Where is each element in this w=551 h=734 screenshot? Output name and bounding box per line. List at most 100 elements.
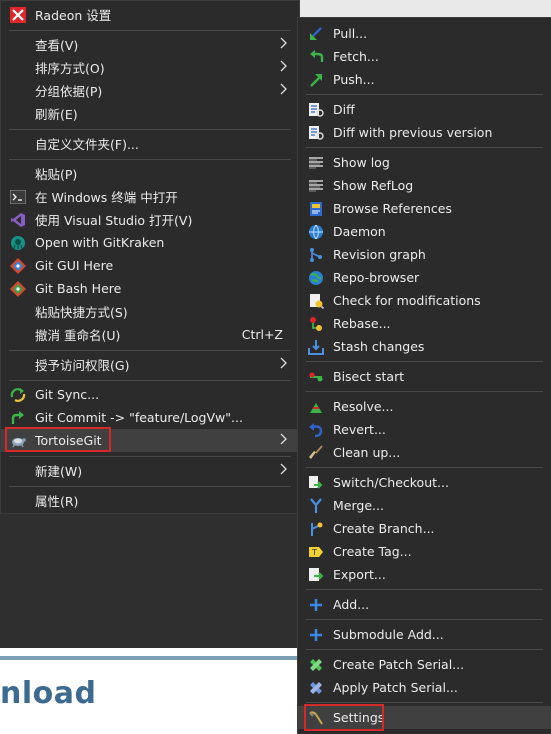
- separator: [306, 702, 543, 703]
- submenu-item-diff[interactable]: Diff: [298, 98, 551, 121]
- separator: [9, 486, 291, 487]
- submenu-item-create-tag[interactable]: T Create Tag...: [298, 540, 551, 563]
- menu-item-grant-access[interactable]: 授予访问权限(G): [1, 353, 299, 376]
- separator: [9, 350, 291, 351]
- menu-item-git-bash[interactable]: Git Bash Here: [1, 277, 299, 300]
- submenu-item-browse-references[interactable]: Browse References: [298, 197, 551, 220]
- submenu-item-merge[interactable]: Merge...: [298, 494, 551, 517]
- submenu-item-submodule-add[interactable]: Submodule Add...: [298, 623, 551, 646]
- tortoisegit-submenu: Pull... Fetch... Push... Diff Diff with …: [297, 17, 551, 734]
- terminal-icon: [10, 189, 26, 205]
- menu-item-label: Stash changes: [333, 339, 425, 354]
- submenu-item-push[interactable]: Push...: [298, 68, 551, 91]
- submenu-item-resolve[interactable]: Resolve...: [298, 395, 551, 418]
- menu-item-label: Create Patch Serial...: [333, 657, 465, 672]
- menu-item-radeon-settings[interactable]: Radeon 设置: [1, 3, 299, 26]
- menu-item-tortoisegit[interactable]: TortoiseGit: [1, 429, 299, 452]
- chevron-right-icon: [280, 463, 290, 477]
- menu-item-open-visual-studio[interactable]: 使用 Visual Studio 打开(V): [1, 208, 299, 231]
- menu-item-view[interactable]: 查看(V): [1, 33, 299, 56]
- separator: [306, 467, 543, 468]
- daemon-icon: [308, 224, 324, 240]
- menu-item-label: 排序方式(O): [35, 61, 105, 76]
- chevron-right-icon: [280, 433, 290, 447]
- submenu-item-show-reflog[interactable]: Show RefLog: [298, 174, 551, 197]
- menu-item-label: Create Branch...: [333, 521, 435, 536]
- menu-item-group-by[interactable]: 分组依据(P): [1, 79, 299, 102]
- submenu-item-settings[interactable]: Settings: [298, 706, 551, 729]
- menu-item-label: Rebase...: [333, 316, 391, 331]
- menu-item-label: Git Commit -> "feature/LogVw"...: [35, 410, 243, 425]
- diff-icon: [308, 102, 324, 118]
- menu-item-label: Clean up...: [333, 445, 401, 460]
- bisect-icon: [308, 369, 324, 385]
- separator: [9, 129, 291, 130]
- menu-item-paste[interactable]: 粘贴(P): [1, 162, 299, 185]
- submenu-item-check-modifications[interactable]: Check for modifications: [298, 289, 551, 312]
- background-stripe: [0, 656, 300, 660]
- chevron-right-icon: [280, 60, 290, 74]
- menu-item-undo-rename[interactable]: 撤消 重命名(U) Ctrl+Z: [1, 323, 299, 346]
- push-icon: [308, 72, 324, 88]
- submenu-item-rebase[interactable]: Rebase...: [298, 312, 551, 335]
- submenu-item-create-branch[interactable]: Create Branch...: [298, 517, 551, 540]
- tag-icon: T: [308, 544, 324, 560]
- submenu-item-revert[interactable]: Revert...: [298, 418, 551, 441]
- separator: [306, 589, 543, 590]
- menu-item-sort-by[interactable]: 排序方式(O): [1, 56, 299, 79]
- menu-item-label: 新建(W): [35, 464, 83, 479]
- submenu-item-create-patch-serial[interactable]: Create Patch Serial...: [298, 653, 551, 676]
- submenu-item-export[interactable]: Export...: [298, 563, 551, 586]
- submenu-item-revision-graph[interactable]: Revision graph: [298, 243, 551, 266]
- submenu-item-show-log[interactable]: Show log: [298, 151, 551, 174]
- menu-item-label: 刷新(E): [35, 107, 78, 122]
- separator: [306, 391, 543, 392]
- menu-item-new[interactable]: 新建(W): [1, 459, 299, 482]
- submenu-item-stash-changes[interactable]: Stash changes: [298, 335, 551, 358]
- submenu-item-switch-checkout[interactable]: Switch/Checkout...: [298, 471, 551, 494]
- menu-item-git-sync[interactable]: Git Sync...: [1, 383, 299, 406]
- svg-text:T: T: [311, 548, 317, 557]
- menu-item-label: Git GUI Here: [35, 258, 114, 273]
- merge-icon: [308, 498, 324, 514]
- submenu-item-daemon[interactable]: Daemon: [298, 220, 551, 243]
- menu-item-label: Revision graph: [333, 247, 426, 262]
- context-menu: Radeon 设置 查看(V) 排序方式(O) 分组依据(P) 刷新(E) 自定…: [0, 0, 300, 514]
- menu-item-label: Settings: [333, 710, 385, 725]
- plus-icon: [308, 597, 324, 613]
- submenu-item-pull[interactable]: Pull...: [298, 22, 551, 45]
- menu-item-label: 自定义文件夹(F)...: [35, 137, 139, 152]
- menu-item-label: Revert...: [333, 422, 386, 437]
- menu-item-label: 分组依据(P): [35, 84, 103, 99]
- menu-item-open-in-terminal[interactable]: 在 Windows 终端 中打开: [1, 185, 299, 208]
- menu-item-label: 粘贴(P): [35, 167, 78, 182]
- resolve-icon: [308, 399, 324, 415]
- references-icon: [308, 201, 324, 217]
- separator: [9, 159, 291, 160]
- menu-item-label: 使用 Visual Studio 打开(V): [35, 213, 193, 228]
- menu-item-customize-folder[interactable]: 自定义文件夹(F)...: [1, 132, 299, 155]
- menu-item-git-commit[interactable]: Git Commit -> "feature/LogVw"...: [1, 406, 299, 429]
- menu-item-git-gui[interactable]: Git GUI Here: [1, 254, 299, 277]
- menu-item-open-gitkraken[interactable]: Open with GitKraken: [1, 231, 299, 254]
- menu-item-label: 属性(R): [35, 494, 79, 509]
- menu-item-paste-shortcut[interactable]: 粘贴快捷方式(S): [1, 300, 299, 323]
- menu-item-properties[interactable]: 属性(R): [1, 489, 299, 512]
- separator: [306, 147, 543, 148]
- menu-item-label: Diff with previous version: [333, 125, 493, 140]
- submenu-item-repo-browser[interactable]: Repo-browser: [298, 266, 551, 289]
- submenu-item-add[interactable]: Add...: [298, 593, 551, 616]
- submenu-item-fetch[interactable]: Fetch...: [298, 45, 551, 68]
- menu-item-refresh[interactable]: 刷新(E): [1, 102, 299, 125]
- branch-icon: [308, 521, 324, 537]
- submenu-item-clean-up[interactable]: Clean up...: [298, 441, 551, 464]
- background-dark-area: [0, 514, 300, 648]
- menu-item-label: Git Sync...: [35, 387, 100, 402]
- patch-apply-icon: [308, 680, 324, 696]
- submenu-item-apply-patch-serial[interactable]: Apply Patch Serial...: [298, 676, 551, 699]
- visual-studio-icon: [10, 212, 26, 228]
- menu-item-label: TortoiseGit: [35, 433, 102, 448]
- diff-previous-icon: [308, 125, 324, 141]
- submenu-item-bisect-start[interactable]: Bisect start: [298, 365, 551, 388]
- submenu-item-diff-previous[interactable]: Diff with previous version: [298, 121, 551, 144]
